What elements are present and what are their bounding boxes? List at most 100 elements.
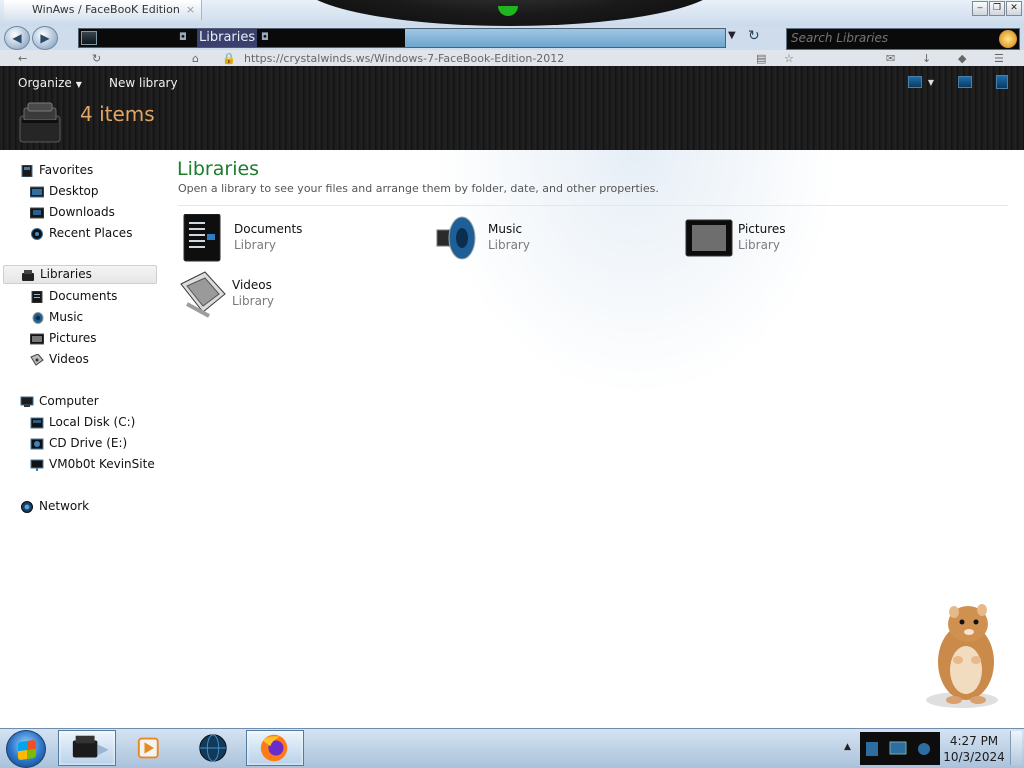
sidebar-item-local-disk[interactable]: Local Disk (C:) xyxy=(30,413,135,432)
pictures-frame-icon xyxy=(685,219,733,257)
lock-icon: 🔒 xyxy=(222,52,236,65)
sidebar-item-label: Recent Places xyxy=(49,226,133,240)
minimize-button[interactable]: ‒ xyxy=(972,1,988,16)
back-arrow-icon: ← xyxy=(18,52,28,65)
library-name: Music xyxy=(488,222,523,236)
window-controls: ‒ ❐ ✕ xyxy=(972,1,1022,16)
refresh-icon[interactable]: ↻ xyxy=(748,28,768,46)
start-button[interactable] xyxy=(6,730,46,768)
new-library-button[interactable]: New library xyxy=(109,74,178,92)
back-button[interactable]: ◀ xyxy=(4,26,30,50)
videos-icon xyxy=(30,353,44,366)
bookmark-star-icon: ☆ xyxy=(784,52,794,65)
breadcrumb-libraries[interactable]: Libraries xyxy=(197,29,258,47)
clock[interactable]: 4:27 PM 10/3/2024 xyxy=(942,733,1006,765)
sidebar-item-label: Videos xyxy=(49,352,89,366)
search-input[interactable] xyxy=(787,29,997,47)
desktop-icon xyxy=(30,186,44,197)
show-hidden-icons[interactable]: ▲ xyxy=(844,742,851,752)
close-button[interactable]: ✕ xyxy=(1006,1,1022,16)
tab-close-icon[interactable]: × xyxy=(186,3,195,16)
libraries-large-icon xyxy=(19,102,61,143)
forward-button[interactable]: ▶ xyxy=(32,26,58,50)
window-title-text: WinAws / FaceBooK Edition xyxy=(32,3,180,16)
sidebar-item-label: Desktop xyxy=(49,184,99,198)
address-bar-fill[interactable] xyxy=(405,29,725,47)
window-title-tab[interactable]: WinAws / FaceBooK Edition × xyxy=(4,0,203,20)
library-tile-documents[interactable]: Documents Library xyxy=(181,214,421,264)
hamster-gadget-icon[interactable] xyxy=(918,600,1014,712)
preview-pane-icon[interactable] xyxy=(958,76,972,88)
network-globe-icon xyxy=(21,500,33,513)
libraries-folder-icon xyxy=(81,31,97,45)
sidebar-item-label: Music xyxy=(49,310,84,324)
title-hump-decoration xyxy=(300,0,720,26)
pictures-icon xyxy=(30,333,44,344)
show-desktop-button[interactable] xyxy=(1010,731,1022,765)
view-options-chevron-icon[interactable]: ▼ xyxy=(928,78,934,87)
library-tile-videos[interactable]: Videos Library xyxy=(179,270,419,320)
navigation-bar: ◀ ▶ ◘ Libraries ◘ ▼ ↻ xyxy=(0,26,1024,50)
reader-icon: ▤ xyxy=(756,52,767,65)
sidebar-item-network[interactable]: Network xyxy=(20,497,89,516)
sidebar-item-videos[interactable]: Videos xyxy=(30,350,89,369)
sidebar-item-documents[interactable]: Documents xyxy=(30,287,117,306)
sidebar-item-recent-places[interactable]: Recent Places xyxy=(30,224,132,243)
clock-date: 10/3/2024 xyxy=(943,750,1005,764)
sidebar-item-downloads[interactable]: Downloads xyxy=(30,203,115,222)
green-indicator-icon xyxy=(498,6,518,16)
sidebar-item-music[interactable]: Music xyxy=(30,308,83,327)
navigation-pane: Favorites Desktop Downloads Recent Place… xyxy=(0,150,164,728)
library-type: Library xyxy=(488,238,530,252)
taskbar-media-player-button[interactable] xyxy=(124,730,182,766)
library-tile-music[interactable]: Music Library xyxy=(435,214,675,264)
sidebar-item-libraries[interactable]: Libraries xyxy=(3,265,157,284)
sidebar-item-cd-drive[interactable]: CD Drive (E:) xyxy=(30,434,127,453)
change-view-icon[interactable] xyxy=(907,76,922,88)
sidebar-item-label: Documents xyxy=(49,289,118,303)
taskbar: ▲ 4:27 PM 10/3/2024 xyxy=(0,728,1024,768)
help-icon[interactable] xyxy=(996,75,1008,89)
organize-button[interactable]: Organize ▼ xyxy=(18,74,82,92)
taskbar-explorer-button[interactable] xyxy=(58,730,116,766)
libraries-icon xyxy=(22,269,34,281)
library-name: Pictures xyxy=(738,222,786,236)
favorites-icon xyxy=(21,164,33,177)
address-dropdown-icon[interactable]: ▼ xyxy=(728,30,736,41)
sidebar-item-label: Libraries xyxy=(40,267,92,281)
sidebar-item-label: Network xyxy=(39,499,90,513)
library-type: Library xyxy=(232,294,274,308)
sidebar-item-label: CD Drive (E:) xyxy=(49,436,128,450)
taskbar-network-button[interactable] xyxy=(184,730,242,766)
hard-disk-icon xyxy=(30,417,44,428)
sidebar-item-network-drive[interactable]: VM0b0t KevinSite xyxy=(30,455,155,474)
tray-icon-group xyxy=(866,741,930,756)
sidebar-item-favorites[interactable]: Favorites xyxy=(20,161,93,180)
extensions-icon: ◆ xyxy=(958,52,967,65)
clock-time: 4:27 PM xyxy=(949,734,999,748)
library-name: Videos xyxy=(232,278,272,292)
item-count: 4 items xyxy=(80,102,155,126)
address-bar[interactable]: ◘ Libraries ◘ xyxy=(78,28,726,48)
sidebar-item-pictures[interactable]: Pictures xyxy=(30,329,97,348)
search-box[interactable] xyxy=(786,28,1020,50)
sidebar-item-desktop[interactable]: Desktop xyxy=(30,182,99,201)
sidebar-item-computer[interactable]: Computer xyxy=(20,392,99,411)
library-type: Library xyxy=(738,238,780,252)
command-header: Organize ▼ New library ▼ 4 items xyxy=(0,66,1024,150)
recent-places-icon xyxy=(31,227,43,240)
taskbar-firefox-button[interactable] xyxy=(246,730,304,766)
view-controls: ▼ xyxy=(907,75,1008,89)
chevron-down-icon: ▼ xyxy=(75,80,82,89)
sidebar-item-label: Computer xyxy=(39,394,99,408)
system-tray: ▲ xyxy=(838,730,942,767)
restore-button[interactable]: ❐ xyxy=(989,1,1005,16)
library-tile-pictures[interactable]: Pictures Library xyxy=(685,214,925,264)
documents-icon xyxy=(183,214,221,262)
home-icon: ⌂ xyxy=(192,52,199,65)
breadcrumb-separator-icon: ◘ xyxy=(261,32,269,43)
search-icon[interactable] xyxy=(999,30,1017,48)
background-browser-toolbar: ← ↻ ⌂ 🔒 https://crystalwinds.ws/Windows-… xyxy=(0,50,1024,66)
menu-icon: ☰ xyxy=(994,52,1004,65)
tray-icons xyxy=(860,732,940,765)
